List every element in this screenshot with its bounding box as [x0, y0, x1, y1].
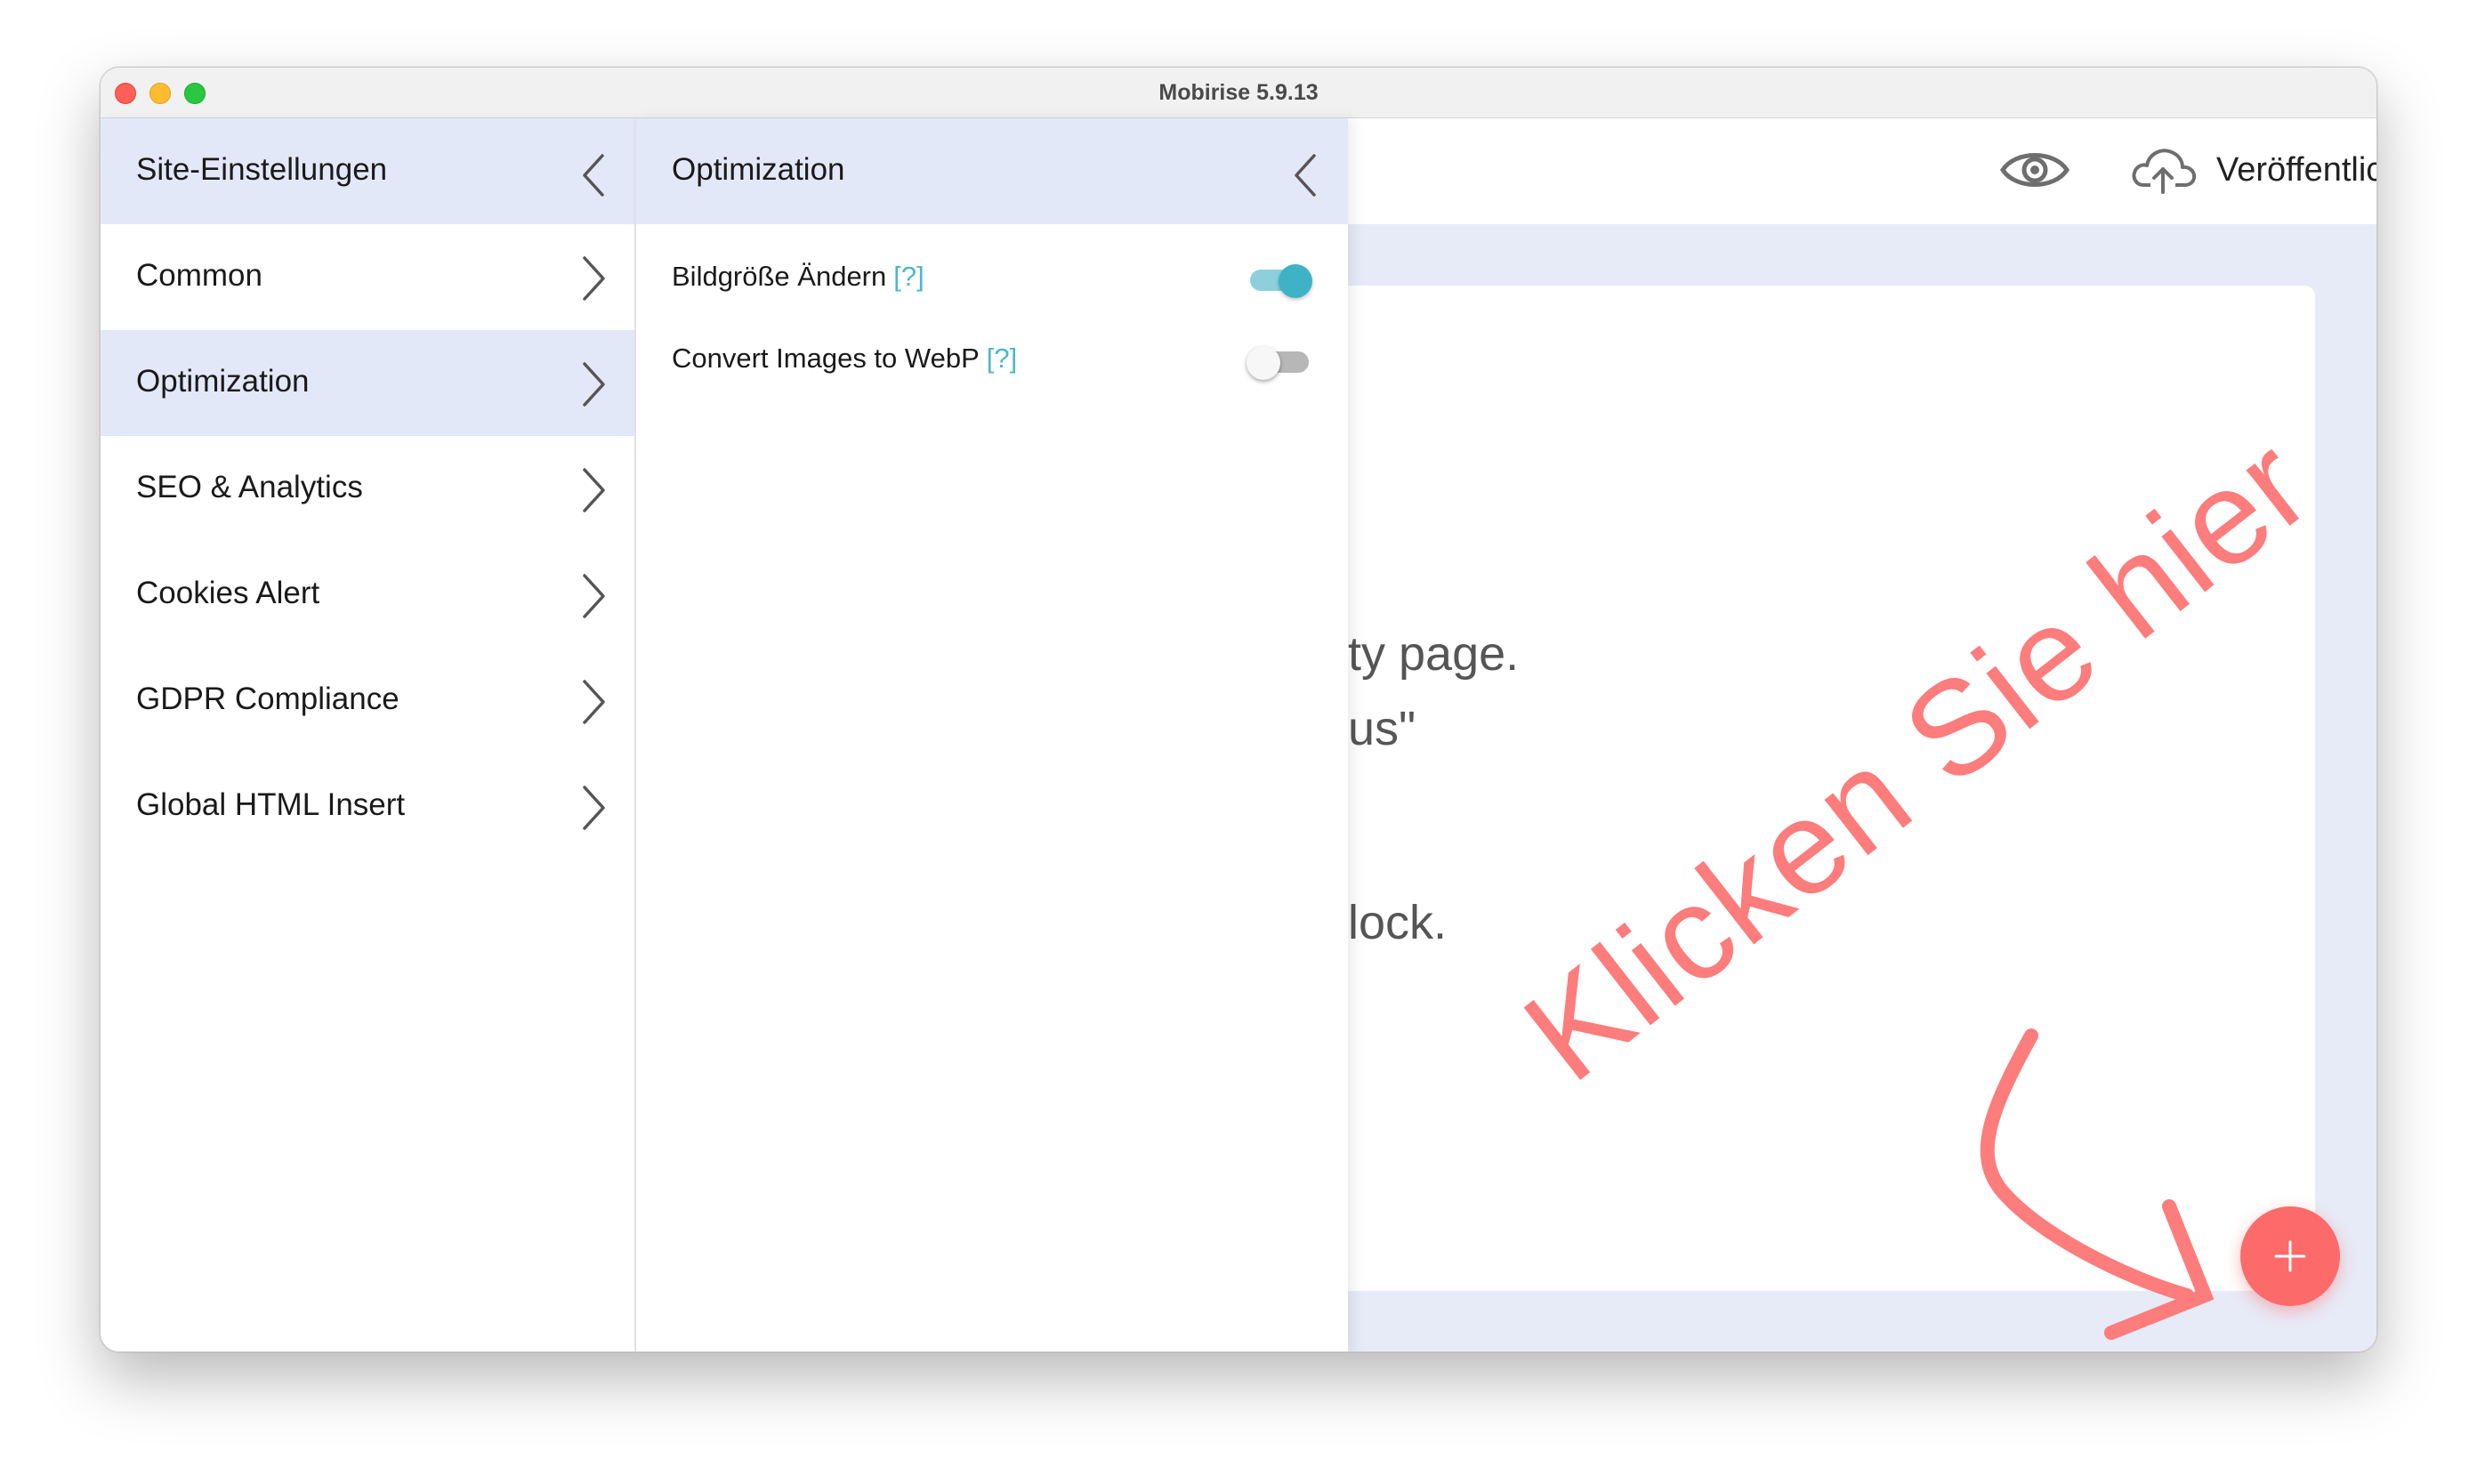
chevron-left-icon[interactable]	[1291, 152, 1318, 198]
window-title: Mobirise 5.9.13	[1158, 80, 1319, 105]
empty-page-text-line: lock.	[1348, 896, 1448, 949]
option-convert-webp: Convert Images to WebP [?]	[672, 334, 1312, 387]
convert-webp-toggle[interactable]	[1247, 346, 1312, 380]
chevron-right-icon	[583, 468, 605, 512]
chevron-right-icon	[583, 574, 605, 618]
settings-item-label: Global HTML Insert	[136, 787, 406, 822]
app-window: Mobirise 5.9.13 ty page. us" lock. Klick…	[100, 67, 2377, 1352]
settings-item-label: GDPR Compliance	[136, 682, 399, 716]
optimization-header: Optimization	[636, 118, 1348, 224]
settings-item-label: SEO & Analytics	[136, 470, 363, 504]
settings-item-label: Common	[136, 258, 262, 293]
empty-page-text-line: ty page.	[1348, 627, 1520, 681]
preview-button[interactable]	[1999, 145, 2070, 195]
empty-page-text-line: us"	[1348, 702, 1416, 755]
settings-item-seo-analytics[interactable]: SEO & Analytics	[101, 436, 634, 542]
chevron-right-icon	[583, 786, 605, 830]
site-settings-panel: Site-Einstellungen Common Optimization S…	[101, 118, 636, 1351]
option-label: Bildgröße Ändern	[672, 261, 887, 292]
chevron-right-icon	[583, 256, 605, 301]
cloud-upload-icon	[2132, 149, 2197, 194]
publish-button[interactable]: Veröffentlichen	[2131, 141, 2376, 198]
help-link[interactable]: [?]	[987, 343, 1017, 374]
settings-item-label: Cookies Alert	[136, 576, 320, 610]
resize-images-toggle[interactable]	[1247, 264, 1312, 298]
option-resize-images: Bildgröße Ändern [?]	[672, 252, 1312, 305]
plus-icon	[2274, 1240, 2306, 1272]
eye-icon	[2000, 153, 2070, 187]
publish-label: Veröffentlichen	[2216, 150, 2376, 189]
chevron-right-icon	[583, 680, 605, 724]
settings-item-label: Optimization	[136, 364, 310, 399]
settings-item-global-html-insert[interactable]: Global HTML Insert	[101, 754, 634, 859]
site-settings-title: Site-Einstellungen	[136, 152, 388, 187]
hint-arrow-icon	[1980, 1028, 2215, 1340]
title-bar: Mobirise 5.9.13	[101, 68, 2376, 118]
site-settings-header: Site-Einstellungen	[101, 118, 634, 224]
settings-item-gdpr-compliance[interactable]: GDPR Compliance	[101, 648, 634, 754]
chevron-right-icon	[583, 362, 605, 407]
add-block-button[interactable]	[2240, 1206, 2340, 1306]
settings-item-cookies-alert[interactable]: Cookies Alert	[101, 542, 634, 648]
settings-item-common[interactable]: Common	[101, 224, 634, 330]
editor-toolbar: Veröffentlichen	[1348, 118, 2376, 224]
optimization-title: Optimization	[672, 152, 845, 187]
optimization-panel: Optimization Bildgröße Ändern [?] Convert…	[636, 118, 1348, 1351]
settings-item-optimization[interactable]: Optimization	[101, 330, 634, 436]
help-link[interactable]: [?]	[893, 261, 924, 292]
option-label: Convert Images to WebP	[672, 343, 980, 374]
chevron-left-icon[interactable]	[579, 152, 606, 198]
